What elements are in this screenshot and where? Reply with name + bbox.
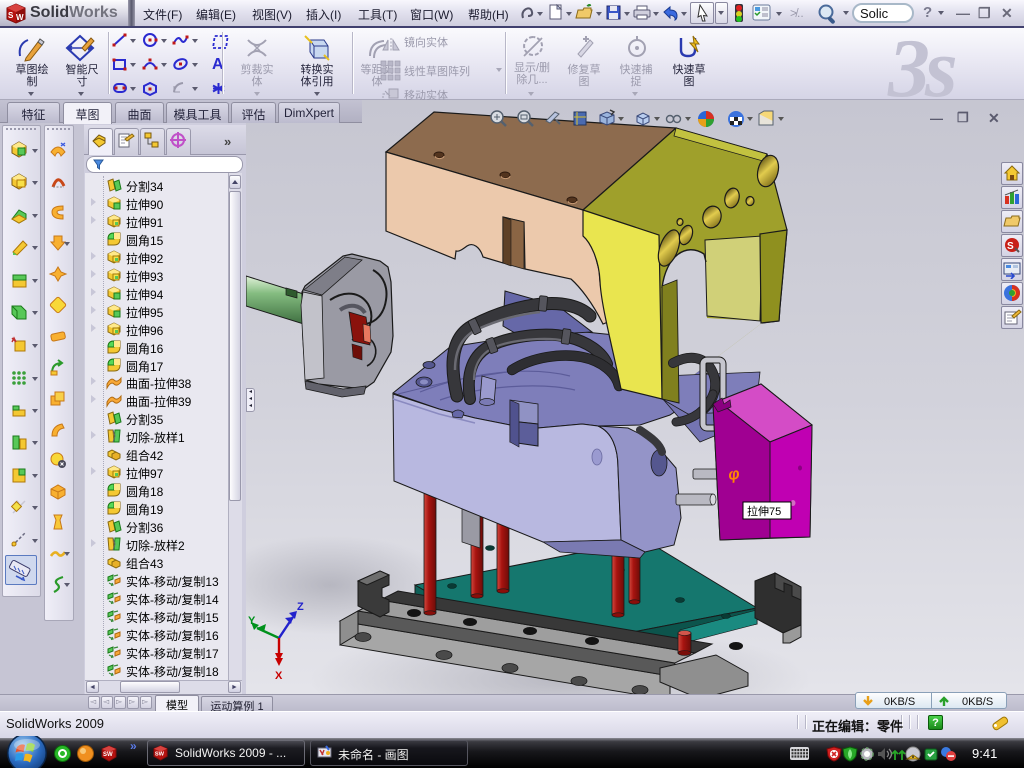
svg-text:SW: SW	[103, 752, 113, 758]
svg-text:φ: φ	[727, 466, 741, 484]
svg-text:X: X	[275, 670, 283, 682]
svg-text:W: W	[16, 13, 24, 22]
svg-text:S: S	[1007, 241, 1014, 252]
svg-text:拉伸75: 拉伸75	[747, 504, 781, 518]
svg-text:SW: SW	[155, 751, 165, 757]
svg-text:S: S	[8, 11, 14, 20]
svg-text:Z: Z	[297, 601, 304, 613]
svg-text:Y: Y	[248, 615, 256, 627]
